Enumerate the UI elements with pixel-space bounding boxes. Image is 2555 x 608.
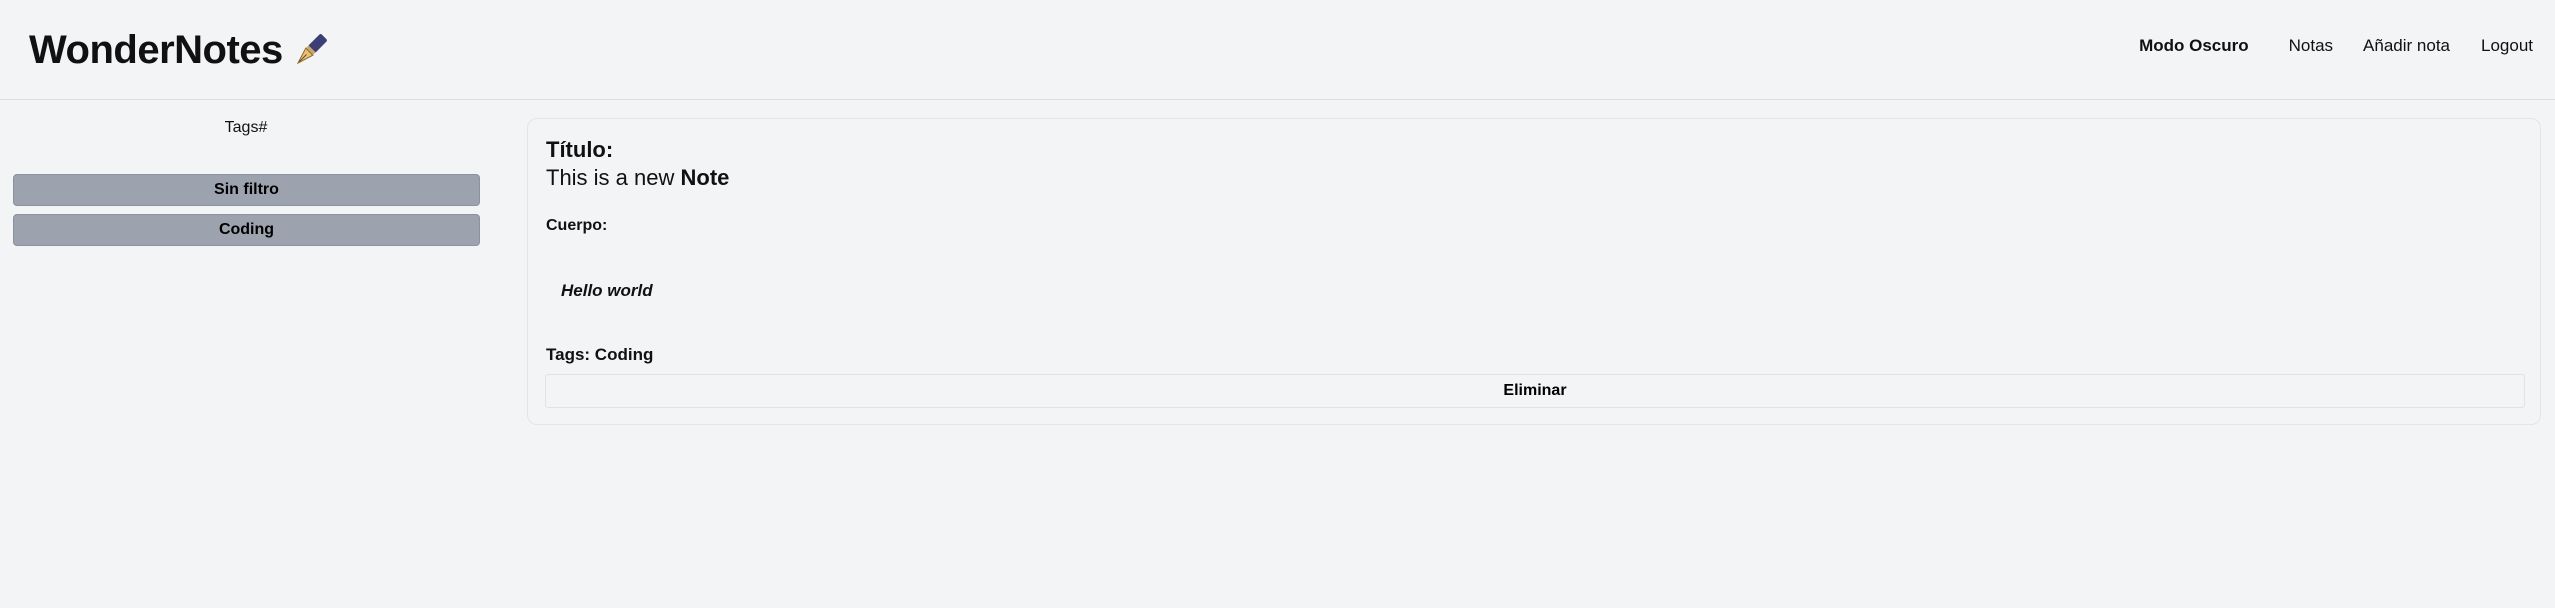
note-body-label: Cuerpo:: [546, 217, 608, 234]
main-nav: Modo Oscuro Notas Añadir nota Logout: [2139, 36, 2533, 56]
tags-heading: Tags#: [224, 119, 268, 136]
note-card: Título: This is a new Note Cuerpo: Hello…: [527, 118, 2541, 425]
app-logo[interactable]: WonderNotes: [29, 28, 331, 73]
note-tags: Tags: Coding: [546, 345, 654, 364]
nav-add-note-link[interactable]: Añadir nota: [2363, 36, 2450, 56]
filter-button-coding[interactable]: Coding: [13, 214, 480, 246]
note-body-text: Hello world: [561, 281, 653, 300]
note-title-label: Título:: [546, 137, 614, 162]
dark-mode-toggle[interactable]: Modo Oscuro: [2139, 36, 2249, 56]
note-title-emphasis: Note: [680, 165, 730, 190]
nav-notes-link[interactable]: Notas: [2289, 36, 2333, 56]
note-title-text: This is a new: [546, 165, 681, 190]
top-header: WonderNotes Modo Oscuro Notas Añadir not…: [0, 0, 2555, 100]
fountain-pen-icon: [296, 33, 327, 64]
app-title: WonderNotes: [29, 28, 283, 72]
filter-button-none[interactable]: Sin filtro: [13, 174, 480, 206]
tags-sidebar: Tags# Sin filtro Coding: [0, 101, 492, 608]
nav-logout-link[interactable]: Logout: [2481, 36, 2533, 56]
note-title: This is a new Note: [546, 165, 729, 191]
delete-note-button[interactable]: Eliminar: [545, 374, 2525, 408]
